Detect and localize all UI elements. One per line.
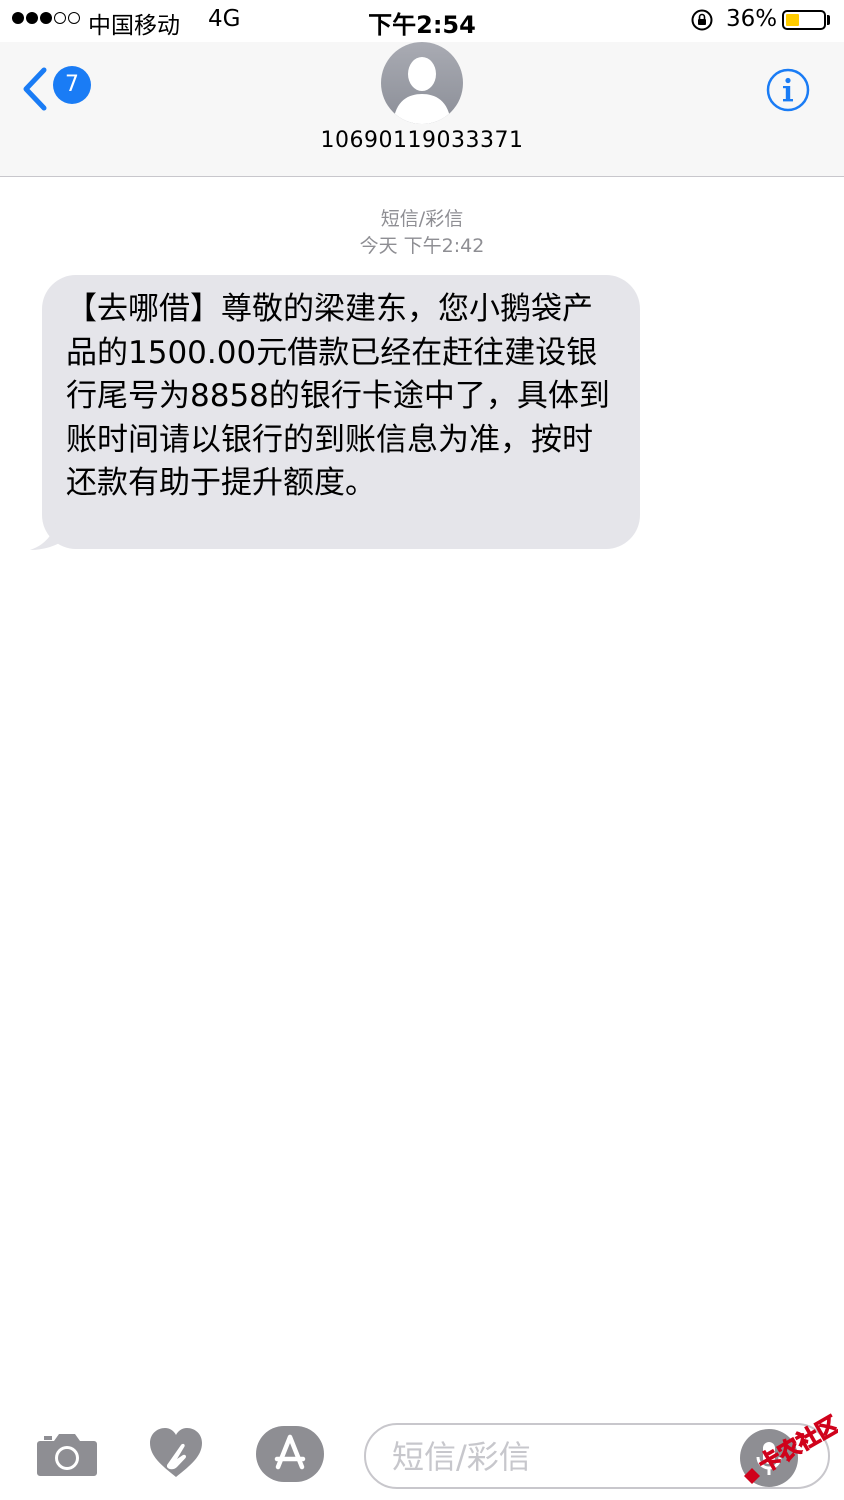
digital-touch-button[interactable] [147, 1425, 205, 1483]
camera-icon [37, 1434, 97, 1476]
conversation-header: 7 10690119033371 [0, 42, 844, 177]
contact-name[interactable]: 10690119033371 [0, 128, 844, 153]
back-button[interactable]: 7 [20, 64, 100, 114]
svg-text:卡农社区: 卡农社区 [754, 1412, 838, 1479]
person-silhouette-icon [393, 57, 451, 124]
orientation-lock-icon [690, 8, 714, 36]
info-icon [766, 68, 810, 112]
camera-button[interactable] [36, 1429, 98, 1479]
status-bar: 中国移动 4G 下午2:54 36% [0, 0, 844, 42]
battery-level [786, 14, 799, 26]
chevron-left-icon [20, 66, 50, 116]
info-button[interactable] [766, 68, 810, 112]
community-watermark-logo: 卡农社区 [744, 1411, 838, 1484]
composer-bar [0, 1405, 844, 1500]
bubble-tail [30, 516, 64, 550]
app-store-icon [256, 1426, 324, 1482]
battery-cap [827, 15, 830, 25]
message-timestamp: 今天 下午2:42 [359, 235, 485, 257]
unread-count-badge: 7 [53, 66, 91, 104]
message-type-label: 短信/彩信 [380, 208, 464, 230]
status-time: 下午2:54 [368, 11, 476, 39]
message-input[interactable] [390, 1433, 734, 1481]
battery-percent: 36% [726, 6, 778, 32]
message-text: 【去哪借】尊敬的梁建东，您小鹅袋产品的1500.00元借款已经在赶往建设银行尾号… [66, 291, 610, 501]
heart-hand-icon [150, 1428, 202, 1477]
app-store-button[interactable] [255, 1425, 325, 1483]
contact-avatar[interactable] [381, 42, 463, 124]
battery-icon [782, 10, 826, 30]
